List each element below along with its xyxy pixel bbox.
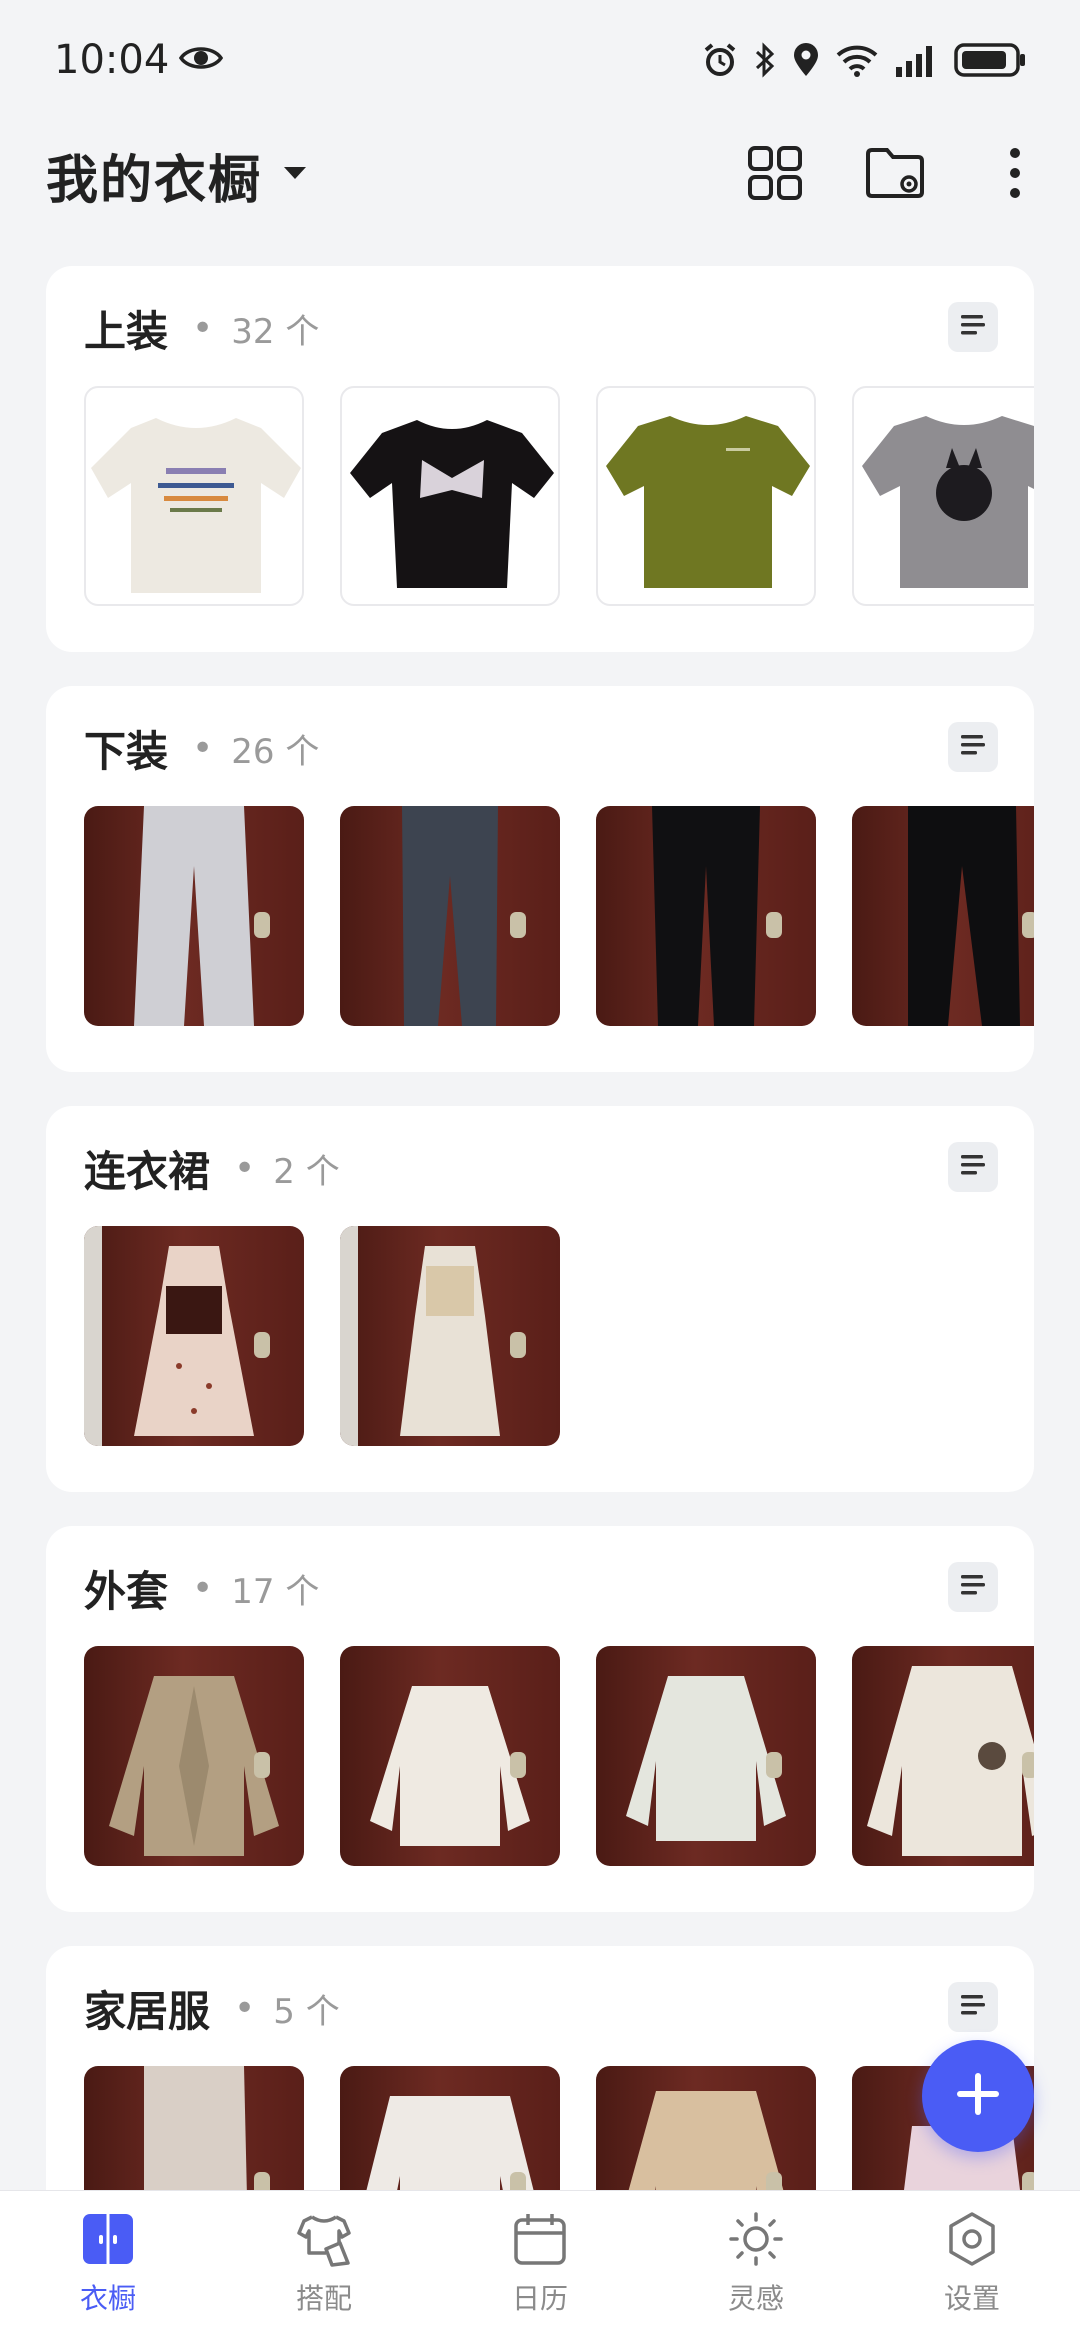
nav-label: 衣橱 xyxy=(79,2282,136,2315)
wardrobe-icon xyxy=(80,2211,136,2271)
clothing-item[interactable] xyxy=(852,386,1034,606)
nav-item-wardrobe[interactable]: 衣橱 xyxy=(18,2211,198,2317)
clothing-item[interactable] xyxy=(852,806,1034,1026)
settings-icon xyxy=(944,2211,1000,2271)
category-count: 5 个 xyxy=(273,1991,340,2032)
wardrobe-list[interactable]: 上装 • 32 个 下装 • 26 个 连衣裙 • 2 个 外套 • 17 个 … xyxy=(0,230,1080,2190)
more-options-button[interactable] xyxy=(980,140,1050,210)
page-title: 我的衣橱 xyxy=(46,150,263,211)
category-name: 外套 xyxy=(84,1566,169,1616)
category-card-loungewear[interactable]: 家居服 • 5 个 xyxy=(46,1946,1034,2190)
inspiration-icon xyxy=(728,2211,784,2271)
clothing-item[interactable] xyxy=(340,2066,560,2190)
separator-dot: • xyxy=(192,1567,214,1609)
nav-label: 日历 xyxy=(511,2282,568,2315)
category-name: 家居服 xyxy=(84,1986,211,2036)
clothing-item[interactable] xyxy=(84,386,304,606)
signal-icon xyxy=(894,43,938,77)
clothing-item[interactable] xyxy=(852,1646,1034,1866)
category-card-bottoms[interactable]: 下装 • 26 个 xyxy=(46,686,1034,1072)
category-name: 下装 xyxy=(84,726,169,776)
nav-item-calendar[interactable]: 日历 xyxy=(450,2211,630,2317)
clothing-item[interactable] xyxy=(596,1646,816,1866)
category-menu-button[interactable] xyxy=(948,1982,998,2032)
add-item-button[interactable] xyxy=(922,2040,1034,2152)
category-count: 32 个 xyxy=(231,311,320,352)
battery-icon xyxy=(954,42,1028,78)
grid-view-icon xyxy=(747,145,803,205)
nav-label: 设置 xyxy=(943,2282,1000,2315)
category-menu-button[interactable] xyxy=(948,722,998,772)
separator-dot: • xyxy=(192,307,214,349)
separator-dot: • xyxy=(192,727,214,769)
list-menu-icon xyxy=(960,1994,986,2020)
category-count: 17 个 xyxy=(231,1571,320,1612)
category-count: 2 个 xyxy=(273,1151,340,1192)
nav-item-settings[interactable]: 设置 xyxy=(882,2211,1062,2317)
plus-icon xyxy=(953,2069,1003,2123)
nav-item-outfit[interactable]: 搭配 xyxy=(234,2211,414,2317)
category-menu-button[interactable] xyxy=(948,1562,998,1612)
clothing-item[interactable] xyxy=(340,1646,560,1866)
category-card-dresses[interactable]: 连衣裙 • 2 个 xyxy=(46,1106,1034,1492)
grid-view-button[interactable] xyxy=(740,140,810,210)
clothing-item[interactable] xyxy=(340,806,560,1026)
more-icon xyxy=(1008,147,1022,203)
clothing-item[interactable] xyxy=(84,2066,304,2190)
caret-down-icon xyxy=(282,165,308,185)
clothing-item[interactable] xyxy=(596,806,816,1026)
wardrobe-switcher[interactable]: 我的衣橱 xyxy=(46,138,308,213)
app-header: 我的衣橱 xyxy=(0,120,1080,230)
clothing-item[interactable] xyxy=(596,2066,816,2190)
list-menu-icon xyxy=(960,734,986,760)
nav-item-inspiration[interactable]: 灵感 xyxy=(666,2211,846,2317)
clothing-item[interactable] xyxy=(340,1226,560,1446)
bottom-nav: 衣橱 搭配 日历 灵感 设置 xyxy=(0,2190,1080,2331)
folder-settings-icon xyxy=(865,146,925,204)
nav-label: 搭配 xyxy=(295,2282,352,2315)
category-name: 连衣裙 xyxy=(84,1146,211,1196)
alarm-icon xyxy=(702,42,738,78)
category-card-outerwear[interactable]: 外套 • 17 个 xyxy=(46,1526,1034,1912)
separator-dot: • xyxy=(234,1987,256,2029)
category-count: 26 个 xyxy=(231,731,320,772)
category-name: 上装 xyxy=(84,306,169,356)
category-menu-button[interactable] xyxy=(948,302,998,352)
list-menu-icon xyxy=(960,314,986,340)
location-icon xyxy=(792,42,820,78)
clothing-item[interactable] xyxy=(84,806,304,1026)
calendar-icon xyxy=(512,2211,568,2271)
status-bar: 10:04 xyxy=(0,0,1080,120)
clothing-item[interactable] xyxy=(84,1226,304,1446)
clothing-item[interactable] xyxy=(596,386,816,606)
list-menu-icon xyxy=(960,1574,986,1600)
eye-icon xyxy=(179,37,224,83)
folder-settings-button[interactable] xyxy=(860,140,930,210)
clothing-item[interactable] xyxy=(84,1646,304,1866)
status-time: 10:04 xyxy=(54,37,170,83)
wifi-icon xyxy=(836,43,878,77)
category-menu-button[interactable] xyxy=(948,1142,998,1192)
list-menu-icon xyxy=(960,1154,986,1180)
category-card-tops[interactable]: 上装 • 32 个 xyxy=(46,266,1034,652)
outfit-icon xyxy=(296,2211,352,2271)
separator-dot: • xyxy=(234,1147,256,1189)
bluetooth-icon xyxy=(754,42,776,78)
nav-label: 灵感 xyxy=(727,2282,784,2315)
clothing-item[interactable] xyxy=(340,386,560,606)
